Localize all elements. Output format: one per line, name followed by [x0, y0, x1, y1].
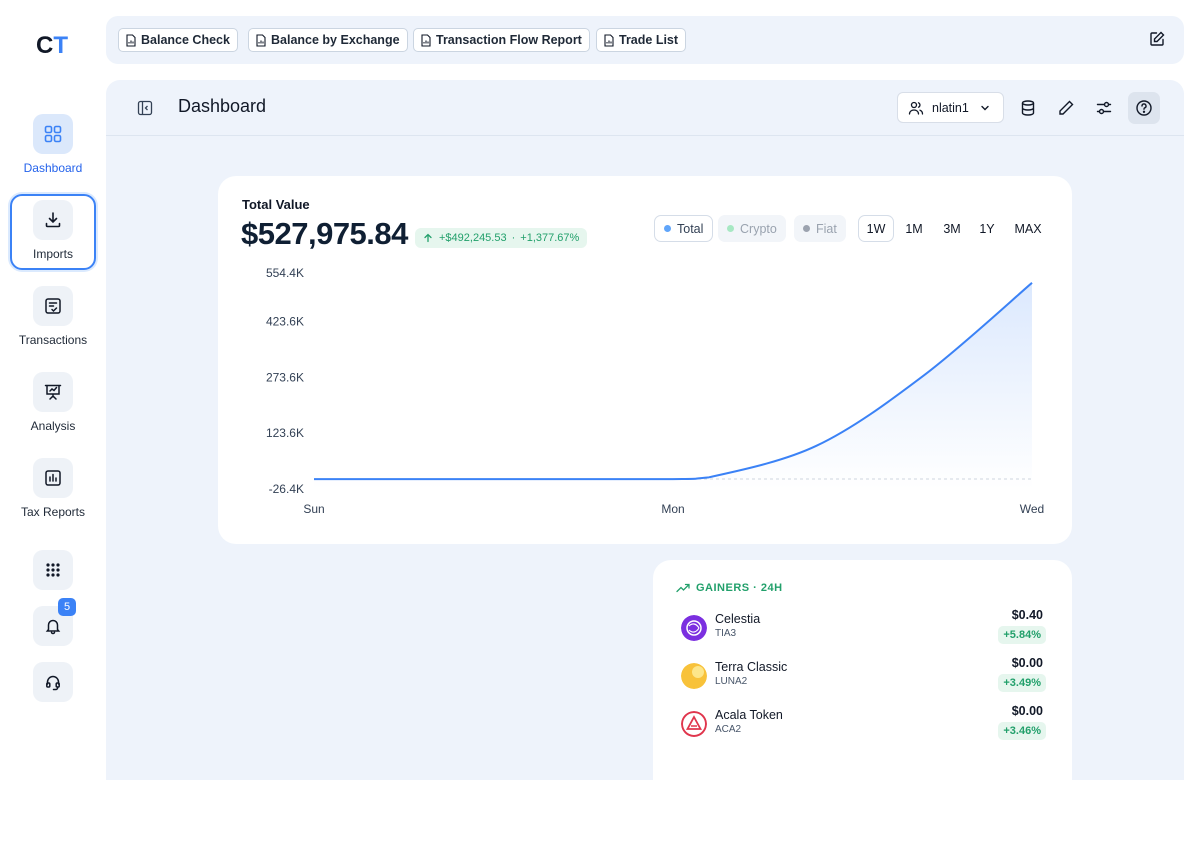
sidebar-item-dashboard[interactable]: Dashboard [10, 110, 96, 186]
gainers-title: GAINERS · 24H [696, 582, 783, 594]
y-tick-label: 273.6K [266, 370, 304, 384]
coin-name: Celestia [715, 612, 761, 626]
users-icon [908, 101, 924, 115]
x-tick-label: Wed [1020, 502, 1044, 516]
database-button[interactable] [1012, 92, 1044, 124]
logo[interactable]: CT [36, 32, 68, 60]
sidebar-item-analysis[interactable]: Analysis [10, 368, 96, 444]
sidebar-item-label: Transactions [18, 333, 88, 347]
chip-label: Balance by Exchange [271, 33, 400, 47]
gainer-row[interactable]: Terra Classic LUNA2 $0.00 +3.49% [681, 656, 1046, 696]
report-file-icon [421, 33, 431, 47]
celestia-icon [681, 615, 707, 641]
edit-button[interactable] [1050, 92, 1082, 124]
collapse-sidebar-button[interactable] [137, 100, 153, 121]
quick-reports-bar: Balance Check Balance by Exchange Transa… [106, 16, 1184, 64]
notification-badge: 5 [58, 598, 76, 616]
sidebar-collapse-icon [137, 100, 153, 116]
x-tick-label: Mon [661, 502, 684, 516]
coin-name: Acala Token [715, 708, 783, 722]
chip-label: Transaction Flow Report [436, 33, 582, 47]
help-circle-icon [1136, 100, 1152, 116]
chip-balance-check[interactable]: Balance Check [118, 28, 238, 52]
coin-symbol: ACA2 [715, 724, 742, 735]
chip-label: Balance Check [141, 33, 230, 47]
edit-quick-reports-button[interactable] [1148, 30, 1166, 53]
sidebar-item-imports[interactable]: Imports [10, 194, 96, 270]
coin-symbol: LUNA2 [715, 676, 748, 687]
coin-price: $0.40 [1011, 608, 1043, 622]
edit-square-icon [1150, 31, 1165, 46]
presentation-icon [33, 372, 73, 412]
y-tick-label: -26.4K [269, 482, 304, 496]
report-file-icon [126, 33, 136, 47]
grid-icon [33, 114, 73, 154]
chip-transaction-flow-report[interactable]: Transaction Flow Report [413, 28, 590, 52]
gainer-row[interactable]: Celestia TIA3 $0.40 +5.84% [681, 608, 1046, 648]
x-tick-label: Sun [303, 502, 324, 516]
bar-chart-icon [33, 458, 73, 498]
sidebar-item-transactions[interactable]: Transactions [10, 282, 96, 358]
sidebar-item-label: Dashboard [23, 161, 83, 175]
y-tick-label: 123.6K [266, 426, 304, 440]
acala-icon [681, 711, 707, 737]
main-header: Dashboard nlatin1 [106, 80, 1184, 136]
bell-icon [45, 619, 61, 635]
user-selector[interactable]: nlatin1 [897, 92, 1004, 123]
total-value-card: Total Value $527,975.84 +$492,245.53 · +… [218, 176, 1072, 544]
y-tick-label: 423.6K [266, 315, 304, 329]
sidebar: CT Dashboard Imports Transactions Analys… [0, 0, 106, 750]
terra-classic-icon [681, 663, 707, 689]
download-icon [33, 200, 73, 240]
coin-change: +3.46% [998, 722, 1046, 740]
logo-letter-t: T [53, 32, 69, 59]
main-panel: Dashboard nlatin1 Total Value $527,975.8… [106, 80, 1184, 850]
support-button[interactable] [33, 662, 73, 702]
chip-balance-by-exchange[interactable]: Balance by Exchange [248, 28, 408, 52]
gainers-card: GAINERS · 24H Celestia TIA3 $0.40 +5.84%… [653, 560, 1072, 850]
page-title: Dashboard [178, 96, 267, 116]
coin-price: $0.00 [1011, 656, 1043, 670]
gainers-header: GAINERS · 24H [676, 582, 783, 594]
sidebar-item-label: Imports [32, 247, 73, 261]
report-file-icon [256, 33, 266, 47]
sidebar-item-label: Analysis [30, 419, 76, 433]
coin-symbol: TIA3 [715, 628, 737, 639]
apps-grid-icon [46, 563, 60, 577]
coin-change: +5.84% [998, 626, 1046, 644]
sidebar-item-label: Tax Reports [20, 505, 86, 519]
apps-button[interactable] [33, 550, 73, 590]
sliders-icon [1096, 101, 1112, 115]
chip-label: Trade List [619, 33, 679, 47]
user-name: nlatin1 [932, 100, 969, 115]
help-button[interactable] [1128, 92, 1160, 124]
total-value-chart: 554.4K 423.6K 273.6K 123.6K -26.4K Sun Mon Wed [266, 266, 1044, 516]
settings-button[interactable] [1088, 92, 1120, 124]
pencil-icon [1059, 100, 1074, 115]
logo-letter-c: C [36, 32, 54, 59]
report-file-icon [604, 33, 614, 47]
coin-change: +3.49% [998, 674, 1046, 692]
chevron-down-icon [981, 105, 989, 110]
coin-price: $0.00 [1011, 704, 1043, 718]
coin-name: Terra Classic [715, 660, 788, 674]
chip-trade-list[interactable]: Trade List [596, 28, 687, 52]
headset-icon [46, 675, 60, 691]
gainer-row[interactable]: Acala Token ACA2 $0.00 +3.46% [681, 704, 1046, 744]
trending-up-icon [676, 583, 690, 593]
series-area-total [314, 282, 1032, 489]
checklist-icon [33, 286, 73, 326]
sidebar-item-tax-reports[interactable]: Tax Reports [10, 454, 96, 530]
database-icon [1021, 100, 1035, 116]
y-tick-label: 554.4K [266, 266, 304, 280]
